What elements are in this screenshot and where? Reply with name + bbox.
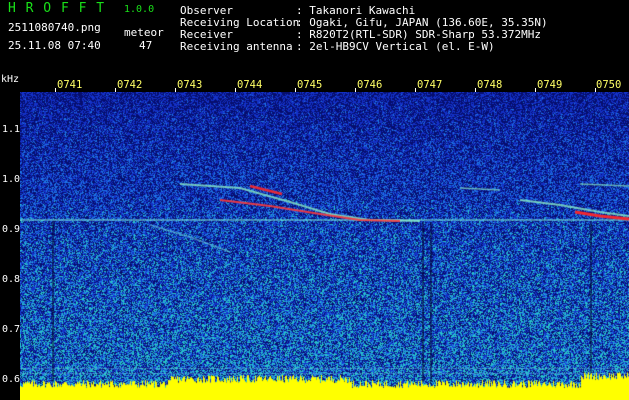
time-tick-label: 0745 [297, 79, 323, 91]
date-time: 25.11.08 07:40 [8, 39, 101, 52]
freq-tick-label: 0.6 [2, 374, 21, 385]
time-tick-label: 0746 [357, 79, 383, 91]
meteor-count: 47 [139, 39, 153, 52]
time-tick-label: 0747 [417, 79, 443, 91]
freq-tick-label: 1.1 [2, 124, 21, 135]
time-tick-label: 0744 [237, 79, 263, 91]
meteor-label: meteor [124, 26, 164, 39]
time-tick-label: 0741 [57, 79, 83, 91]
app-title: H R O F F T [8, 1, 106, 16]
freq-tick-label: 1.0 [2, 174, 21, 185]
info-antenna-value: : 2el-HB9CV Vertical (el. E-W) [296, 40, 495, 53]
time-tick-label: 0749 [537, 79, 563, 91]
freq-tick-label: 0.7 [2, 324, 21, 335]
freq-tick-label: 0.8 [2, 274, 21, 285]
time-tick-label: 0748 [477, 79, 503, 91]
info-antenna-label: Receiving antenna [180, 40, 293, 53]
file-name: 2511080740.png [8, 21, 101, 34]
spectrogram-canvas [20, 92, 629, 400]
time-tick-label: 0743 [177, 79, 203, 91]
freq-tick-label: 0.9 [2, 224, 21, 235]
app-version: 1.0.0 [124, 4, 155, 15]
time-tick-label: 0742 [117, 79, 143, 91]
time-tick-label: 0750 [596, 79, 622, 91]
freq-unit-label: kHz [1, 74, 20, 85]
